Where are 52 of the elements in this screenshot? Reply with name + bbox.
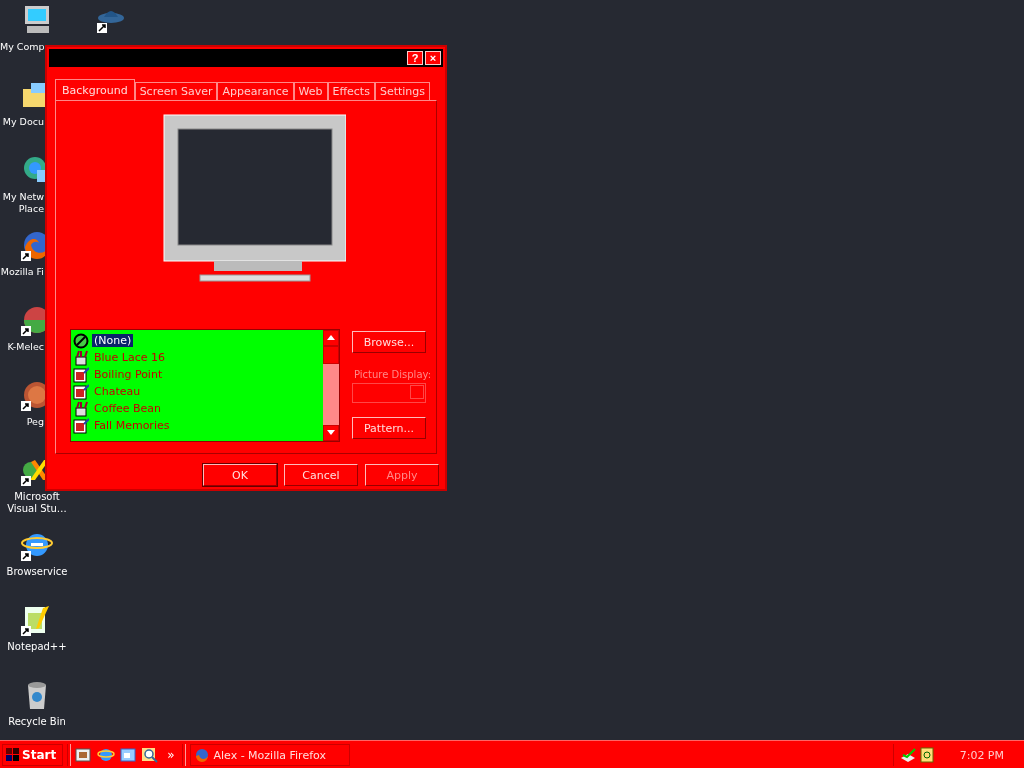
desktop-icon-label[interactable]: Peg <box>0 416 44 428</box>
wallpaper-item[interactable]: (None) <box>73 332 321 349</box>
desktop-icon-label[interactable]: My Docu <box>0 116 44 128</box>
scroll-up-button[interactable] <box>323 330 339 346</box>
desktop-icon-label[interactable]: K-Melec <box>0 341 44 353</box>
brush-icon <box>73 349 89 366</box>
desktop-icon-label[interactable]: My Netw Place <box>0 191 44 215</box>
tab[interactable]: Settings <box>374 82 431 100</box>
desktop-icon[interactable] <box>75 746 94 764</box>
tab[interactable]: Background <box>55 79 135 100</box>
scroll-thumb[interactable] <box>323 346 339 364</box>
dialog-button[interactable]: Cancel <box>284 464 358 486</box>
up-arrow-icon <box>327 335 335 340</box>
scrollbar[interactable] <box>323 330 339 441</box>
search-icon[interactable] <box>141 746 160 764</box>
brush-icon <box>73 400 89 417</box>
tab[interactable]: Effects <box>327 82 375 100</box>
window-icon[interactable] <box>119 746 138 764</box>
scroll-down-button[interactable] <box>323 425 339 441</box>
more-button[interactable]: » <box>163 748 179 762</box>
help-button[interactable]: ? <box>407 51 423 65</box>
wallpaper-item[interactable]: Boiling Point <box>73 366 321 383</box>
desktop-icon-label[interactable]: My Comp <box>0 41 44 53</box>
browse-button[interactable]: Browse... <box>352 331 426 353</box>
close-button[interactable]: × <box>425 51 441 65</box>
firefox-icon <box>195 748 210 762</box>
start-button[interactable]: Start <box>2 744 64 766</box>
wallpaper-item[interactable]: Fall Memories <box>73 417 321 434</box>
dialog-button[interactable]: OK <box>203 464 277 486</box>
network-icon[interactable] <box>899 747 916 763</box>
desktop-icon-label[interactable]: Microsoft Visual Stu… <box>7 491 67 515</box>
tab[interactable]: Web <box>293 82 328 100</box>
pattern-button[interactable]: Pattern... <box>352 417 426 439</box>
picture-display-label: Picture Display: <box>354 369 432 380</box>
tab[interactable]: Appearance <box>217 82 294 100</box>
clock: 7:02 PM <box>959 748 1004 762</box>
tab[interactable]: Screen Saver <box>134 82 218 100</box>
no-symbol-icon <box>73 332 89 349</box>
wallpaper-item[interactable]: Blue Lace 16 <box>73 349 321 366</box>
windows-logo-icon <box>6 748 20 762</box>
taskbar-button[interactable]: Alex - Mozilla Firefox <box>190 744 351 766</box>
picture-file-icon <box>73 366 89 383</box>
wallpaper-item[interactable]: Chateau <box>73 383 321 400</box>
desktop-icon-label[interactable]: Mozilla Fi <box>0 266 44 278</box>
picture-file-icon <box>73 417 89 434</box>
desktop-icon-label[interactable]: Recycle Bin <box>8 716 66 728</box>
desktop-icon-label[interactable]: Browservice <box>6 566 68 578</box>
browser-icon[interactable] <box>97 746 116 764</box>
down-arrow-icon <box>327 430 335 435</box>
picture-file-icon <box>73 383 89 400</box>
desktop-icon-label[interactable]: Notepad++ <box>7 641 67 653</box>
wallpaper-item[interactable]: Coffee Bean <box>73 400 321 417</box>
